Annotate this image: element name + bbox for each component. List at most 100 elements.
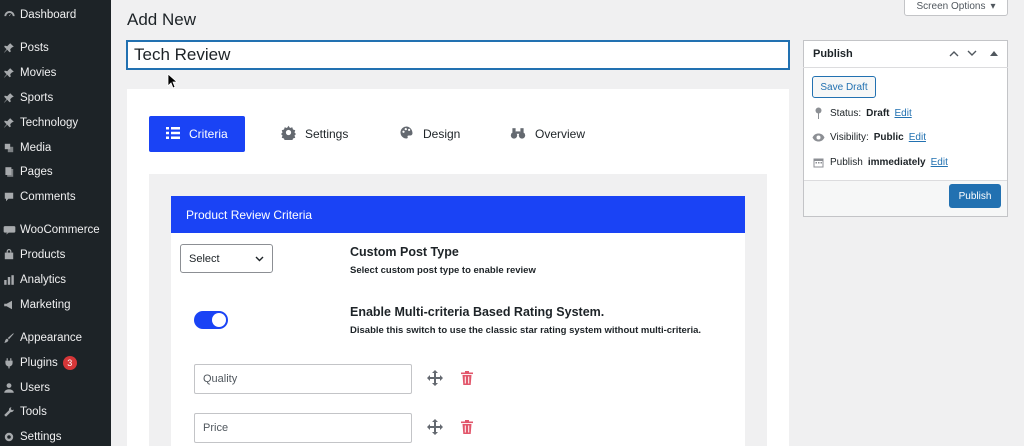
- visibility-label: Visibility:: [830, 131, 869, 143]
- products-icon: [2, 248, 16, 262]
- admin-sidebar: Dashboard Posts Movies Sports Technology…: [0, 0, 111, 446]
- wrench-icon: [2, 405, 16, 419]
- trash-icon[interactable]: [461, 371, 473, 385]
- status-row: Status: Draft Edit: [812, 106, 912, 120]
- sidebar-item-label: Technology: [20, 117, 79, 129]
- sidebar-item-sports[interactable]: Sports: [0, 86, 111, 110]
- multi-criteria-title: Enable Multi-criteria Based Rating Syste…: [350, 305, 605, 319]
- media-icon: [2, 141, 16, 155]
- palette-icon: [399, 125, 414, 143]
- plugin-icon: [2, 356, 16, 370]
- sidebar-item-label: Posts: [20, 42, 49, 54]
- binoculars-icon: [510, 126, 526, 143]
- drag-move-icon[interactable]: [427, 370, 443, 386]
- sidebar-item-woocommerce[interactable]: WooCommerce: [0, 218, 111, 242]
- sidebar-item-label: Dashboard: [20, 9, 77, 21]
- sidebar-item-marketing[interactable]: Marketing: [0, 293, 111, 317]
- screen-options-button[interactable]: Screen Options ▾: [904, 0, 1008, 16]
- criterion-input-price[interactable]: Price: [194, 413, 412, 443]
- sidebar-item-label: Marketing: [20, 299, 71, 311]
- sidebar-item-products[interactable]: Products: [0, 243, 111, 267]
- sidebar-item-dashboard[interactable]: Dashboard: [0, 3, 111, 27]
- sidebar-item-label: Plugins: [20, 357, 58, 369]
- schedule-edit-link[interactable]: Edit: [931, 157, 948, 168]
- criteria-card-title: Product Review Criteria: [186, 207, 313, 222]
- toggle-knob: [212, 313, 226, 327]
- brush-icon: [2, 331, 16, 345]
- criterion-input-quality[interactable]: Quality: [194, 364, 412, 394]
- caret-up-icon[interactable]: [987, 46, 1001, 60]
- tab-design[interactable]: Design: [399, 116, 460, 152]
- schedule-label: Publish: [830, 156, 863, 168]
- sidebar-item-appearance[interactable]: Appearance: [0, 326, 111, 350]
- pin-icon: [2, 116, 16, 130]
- chevron-down-icon[interactable]: [965, 46, 979, 60]
- sidebar-item-pages[interactable]: Pages: [0, 160, 111, 184]
- sidebar-item-tools[interactable]: Tools: [0, 400, 111, 424]
- sidebar-item-label: Movies: [20, 67, 57, 79]
- calendar-icon: [812, 156, 825, 169]
- eye-icon: [812, 131, 825, 144]
- list-icon: [166, 126, 180, 142]
- criterion-value: Price: [203, 422, 229, 434]
- schedule-value: immediately: [867, 156, 926, 168]
- sidebar-item-analytics[interactable]: Analytics: [0, 268, 111, 292]
- pages-icon: [2, 165, 16, 179]
- tab-settings[interactable]: Settings: [281, 116, 348, 152]
- status-value: Draft: [866, 107, 890, 119]
- page-title: Add New: [127, 10, 196, 29]
- criterion-value: Quality: [203, 373, 238, 385]
- save-draft-button[interactable]: Save Draft: [812, 76, 876, 98]
- mouse-cursor-icon: [167, 73, 179, 89]
- multi-criteria-toggle[interactable]: [194, 311, 228, 329]
- sidebar-item-movies[interactable]: Movies: [0, 61, 111, 85]
- schedule-row: Publish immediately Edit: [812, 155, 948, 169]
- drag-move-icon[interactable]: [427, 419, 443, 435]
- analytics-icon: [2, 273, 16, 287]
- tab-overview[interactable]: Overview: [510, 116, 585, 152]
- chevron-up-icon[interactable]: [947, 46, 961, 60]
- sidebar-item-plugins[interactable]: Plugins 3: [0, 351, 111, 375]
- sidebar-item-label: Users: [20, 382, 51, 394]
- sidebar-item-comments[interactable]: Comments: [0, 185, 111, 209]
- screen-options-label: Screen Options: [916, 0, 986, 12]
- sidebar-item-label: Media: [20, 142, 52, 154]
- sidebar-item-label: Tools: [20, 406, 47, 418]
- select-value: Select: [189, 252, 220, 265]
- caret-down-icon: ▾: [990, 0, 996, 12]
- pin-icon: [2, 91, 16, 105]
- tab-criteria[interactable]: Criteria: [149, 116, 245, 152]
- post-type-select[interactable]: Select: [180, 244, 273, 273]
- sidebar-item-posts[interactable]: Posts: [0, 36, 111, 60]
- pin-icon: [2, 41, 16, 55]
- sidebar-item-label: WooCommerce: [20, 224, 100, 236]
- visibility-value: Public: [873, 131, 904, 143]
- trash-icon[interactable]: [461, 420, 473, 434]
- sidebar-item-media[interactable]: Media: [0, 136, 111, 160]
- sidebar-item-label: Analytics: [20, 274, 67, 286]
- sidebar-item-label: Products: [20, 249, 66, 261]
- chevron-down-icon: [255, 253, 264, 265]
- status-label: Status:: [830, 107, 862, 119]
- sidebar-item-users[interactable]: Users: [0, 376, 111, 400]
- sidebar-item-label: Comments: [20, 191, 76, 203]
- comment-icon: [2, 190, 16, 204]
- megaphone-icon: [2, 298, 16, 312]
- visibility-edit-link[interactable]: Edit: [909, 132, 926, 143]
- post-type-desc: Select custom post type to enable review: [350, 265, 536, 276]
- tab-label: Overview: [535, 127, 586, 141]
- settings-icon: [2, 430, 16, 444]
- criteria-card-header: Product Review Criteria: [171, 196, 745, 233]
- publish-button[interactable]: Publish: [949, 184, 1001, 208]
- multi-criteria-desc: Disable this switch to use the classic s…: [350, 325, 702, 336]
- pin-icon: [2, 66, 16, 80]
- dashboard-icon: [2, 8, 16, 22]
- publish-box-title: Publish: [813, 47, 853, 60]
- sidebar-item-settings[interactable]: Settings: [0, 425, 111, 446]
- post-title-input[interactable]: [127, 41, 789, 69]
- status-edit-link[interactable]: Edit: [894, 108, 911, 119]
- woo-icon: [2, 223, 16, 237]
- sidebar-item-technology[interactable]: Technology: [0, 111, 111, 135]
- plugin-update-badge: 3: [62, 356, 77, 370]
- sidebar-item-label: Sports: [20, 92, 54, 104]
